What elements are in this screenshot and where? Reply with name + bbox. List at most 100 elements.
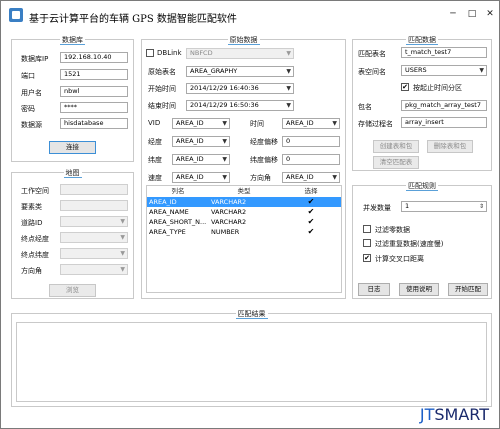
- connect-button[interactable]: 连接: [49, 141, 96, 154]
- row-check-icon[interactable]: ✔: [307, 208, 315, 216]
- time-value: AREA_ID: [286, 119, 314, 127]
- source-table-value: AREA_GRAPHY: [190, 67, 238, 75]
- filter-duplicate-checkbox[interactable]: [363, 239, 371, 247]
- column-grid: 列名 类型 选择 AREA_ID VARCHAR2 ✔ AREA_NAME VA…: [146, 185, 342, 293]
- chevron-down-icon: ▼: [120, 234, 125, 241]
- speed-label: 速度: [148, 174, 162, 182]
- tablespace-select[interactable]: USERS ▼: [401, 65, 487, 76]
- db-port-input[interactable]: 1521: [60, 69, 128, 80]
- start-time-value: 2014/12/29 16:40:36: [190, 84, 259, 92]
- delete-table-package-button[interactable]: 删除表和包: [427, 140, 473, 153]
- title-bar: 基于云计算平台的车辆 GPS 数据智能匹配软件 ─ □ ✕: [1, 1, 499, 31]
- lon-offset-input[interactable]: 0: [282, 136, 340, 147]
- start-match-button[interactable]: 开始匹配: [448, 283, 488, 296]
- minimize-button[interactable]: ─: [448, 9, 458, 19]
- db-user-input[interactable]: nbwl: [60, 86, 128, 97]
- grid-header-type[interactable]: 类型: [209, 186, 279, 196]
- intersection-distance-checkbox[interactable]: ✔: [363, 254, 371, 262]
- package-input[interactable]: pkg_match_array_test7: [401, 100, 487, 111]
- spinner-arrows-icon[interactable]: ⇕: [479, 202, 484, 211]
- create-table-package-button[interactable]: 创建表和包: [373, 140, 419, 153]
- concurrency-value: 1: [405, 202, 410, 210]
- vid-label: VID: [148, 119, 161, 127]
- table-row[interactable]: AREA_ID VARCHAR2 ✔: [147, 197, 341, 207]
- time-label: 时间: [250, 120, 264, 128]
- database-panel-title: 数据库: [60, 36, 85, 45]
- window-title: 基于云计算平台的车辆 GPS 数据智能匹配软件: [29, 14, 237, 25]
- db-ip-input[interactable]: 192.168.10.40: [60, 52, 128, 63]
- latitude-select[interactable]: AREA_ID ▼: [172, 154, 230, 165]
- longitude-label: 经度: [148, 138, 162, 146]
- results-log-area[interactable]: [16, 322, 487, 402]
- time-select[interactable]: AREA_ID ▼: [282, 118, 340, 129]
- db-port-label: 端口: [21, 72, 35, 80]
- procedure-input[interactable]: array_insert: [401, 117, 487, 128]
- log-button[interactable]: 日志: [358, 283, 390, 296]
- speed-select[interactable]: AREA_ID ▼: [172, 172, 230, 183]
- jtsmart-logo: JTSMART: [420, 405, 489, 424]
- match-table-input[interactable]: t_match_test7: [401, 47, 487, 58]
- chevron-down-icon: ▼: [222, 138, 227, 145]
- row-name: AREA_NAME: [149, 208, 189, 216]
- grid-header-select[interactable]: 选择: [279, 186, 343, 196]
- lat-offset-input[interactable]: 0: [282, 154, 340, 165]
- source-table-select[interactable]: AREA_GRAPHY ▼: [186, 66, 294, 77]
- end-lat-select[interactable]: ▼: [60, 248, 128, 259]
- row-name: AREA_SHORT_N...: [149, 218, 207, 226]
- maximize-button[interactable]: □: [467, 9, 477, 19]
- chevron-down-icon: ▼: [222, 174, 227, 181]
- heading-select[interactable]: ▼: [60, 264, 128, 275]
- source-data-panel: 原始数据 DBLink NBFCD ▼ 原始表名 AREA_GRAPHY ▼ 开始时…: [141, 36, 346, 299]
- match-results-panel-title: 匹配结果: [235, 310, 268, 319]
- procedure-label: 存储过程名: [358, 120, 393, 128]
- clear-match-table-button[interactable]: 清空匹配表: [373, 156, 419, 169]
- chevron-down-icon: ▼: [120, 250, 125, 257]
- dblink-checkbox[interactable]: [146, 49, 154, 57]
- table-row[interactable]: AREA_SHORT_N... VARCHAR2 ✔: [147, 217, 341, 227]
- grid-header-name[interactable]: 列名: [147, 186, 209, 196]
- db-password-input[interactable]: ****: [60, 102, 128, 113]
- dblink-value: NBFCD: [190, 49, 213, 57]
- match-data-panel: 匹配数据 匹配表名 t_match_test7 表空间名 USERS ▼ ✔ 按起…: [352, 36, 492, 171]
- end-lon-label: 终点经度: [21, 235, 49, 243]
- chevron-down-icon: ▼: [479, 67, 484, 74]
- end-lon-select[interactable]: ▼: [60, 232, 128, 243]
- end-time-picker[interactable]: 2014/12/29 16:50:36 ▼: [186, 100, 294, 111]
- db-source-input[interactable]: hisdatabase: [60, 118, 128, 129]
- end-lat-label: 终点纬度: [21, 251, 49, 259]
- vid-select[interactable]: AREA_ID ▼: [172, 118, 230, 129]
- table-row[interactable]: AREA_NAME VARCHAR2 ✔: [147, 207, 341, 217]
- direction-select[interactable]: AREA_ID ▼: [282, 172, 340, 183]
- concurrency-spinner[interactable]: 1 ⇕: [401, 201, 487, 212]
- speed-value: AREA_ID: [176, 173, 204, 181]
- workspace-label: 工作空间: [21, 187, 49, 195]
- match-data-panel-title: 匹配数据: [406, 36, 438, 45]
- row-type: VARCHAR2: [211, 208, 247, 216]
- partition-checkbox[interactable]: ✔: [401, 83, 409, 91]
- match-rules-panel-title: 匹配规则: [406, 182, 438, 191]
- lon-offset-label: 经度偏移: [250, 138, 278, 146]
- row-check-icon[interactable]: ✔: [307, 198, 315, 206]
- filter-zero-checkbox[interactable]: [363, 225, 371, 233]
- table-row[interactable]: AREA_TYPE NUMBER ✔: [147, 227, 341, 237]
- workspace-input[interactable]: [60, 184, 128, 195]
- help-button[interactable]: 使用说明: [399, 283, 439, 296]
- db-password-label: 密码: [21, 105, 35, 113]
- row-check-icon[interactable]: ✔: [307, 228, 315, 236]
- chevron-down-icon: ▼: [332, 120, 337, 127]
- match-results-panel: 匹配结果: [11, 310, 492, 407]
- start-time-picker[interactable]: 2014/12/29 16:40:36 ▼: [186, 83, 294, 94]
- filter-duplicate-label: 过滤重复数据(速度慢): [375, 240, 444, 248]
- close-button[interactable]: ✕: [485, 9, 495, 19]
- end-time-value: 2014/12/29 16:50:36: [190, 101, 259, 109]
- longitude-select[interactable]: AREA_ID ▼: [172, 136, 230, 147]
- browse-button[interactable]: 浏览: [49, 284, 96, 297]
- partition-label: 按起止时间分区: [413, 84, 462, 92]
- feature-class-label: 要素类: [21, 203, 42, 211]
- road-id-select[interactable]: ▼: [60, 216, 128, 227]
- dblink-select[interactable]: NBFCD ▼: [186, 48, 294, 59]
- source-data-panel-title: 原始数据: [227, 36, 260, 45]
- row-check-icon[interactable]: ✔: [307, 218, 315, 226]
- feature-class-input[interactable]: [60, 200, 128, 211]
- tablespace-label: 表空间名: [358, 68, 386, 76]
